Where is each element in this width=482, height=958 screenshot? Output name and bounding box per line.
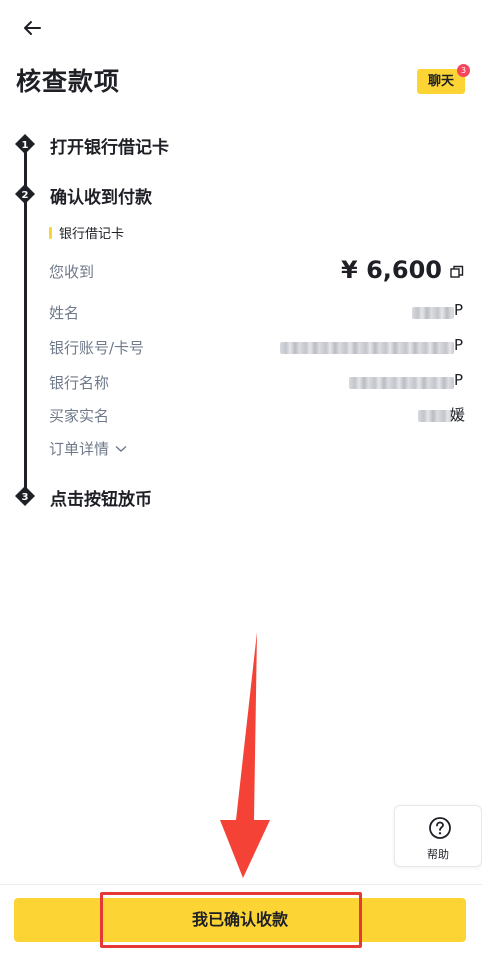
question-circle-icon: [429, 817, 451, 839]
chat-unread-badge: 3: [457, 64, 470, 77]
step-2-number: 2: [22, 190, 29, 201]
buyer-name-label: 买家实名: [49, 407, 110, 425]
step-3-label: 点击按钮放币: [50, 490, 152, 510]
payment-method-marker: [49, 226, 52, 239]
payment-method: 银行借记卡: [49, 223, 124, 242]
name-label: 姓名: [49, 304, 80, 322]
order-details-toggle[interactable]: 订单详情: [49, 438, 127, 459]
chevron-down-icon: [115, 445, 127, 452]
step-3-marker-icon: 3: [15, 486, 35, 506]
buyer-name-value-tail: 媛: [450, 406, 466, 424]
bank-account-value-redacted: [280, 342, 454, 354]
step-2-label: 确认收到付款: [50, 188, 152, 208]
name-value-redacted: [412, 307, 454, 319]
help-label: 帮助: [427, 848, 449, 861]
step-2-marker-icon: 2: [15, 184, 35, 204]
back-arrow-icon[interactable]: [18, 14, 46, 42]
step-3-number: 3: [22, 492, 29, 503]
step-1-number: 1: [22, 140, 29, 151]
step-1-label: 打开银行借记卡: [50, 138, 169, 158]
copy-amount-icon[interactable]: [450, 265, 464, 279]
payment-method-label: 银行借记卡: [59, 227, 125, 242]
page-title: 核查款项: [16, 67, 121, 96]
help-button[interactable]: 帮助: [394, 805, 482, 867]
bank-name-value-redacted: [349, 377, 454, 389]
order-details-label: 订单详情: [49, 440, 110, 458]
bank-name-value-tail[interactable]: P: [454, 371, 463, 389]
bank-account-value-tail[interactable]: P: [454, 336, 463, 354]
step-1-marker-icon: 1: [15, 134, 35, 154]
received-label: 您收到: [49, 263, 95, 281]
buyer-name-value-redacted: [418, 410, 452, 422]
received-amount: ¥ 6,600: [341, 256, 442, 284]
annotation-highlight-box: [100, 892, 362, 948]
footer-divider: [0, 884, 482, 885]
bank-name-label: 银行名称: [49, 374, 110, 392]
annotation-arrow-icon: [220, 632, 270, 878]
bank-account-label: 银行账号/卡号: [49, 339, 145, 357]
name-value-tail[interactable]: P: [454, 301, 463, 319]
